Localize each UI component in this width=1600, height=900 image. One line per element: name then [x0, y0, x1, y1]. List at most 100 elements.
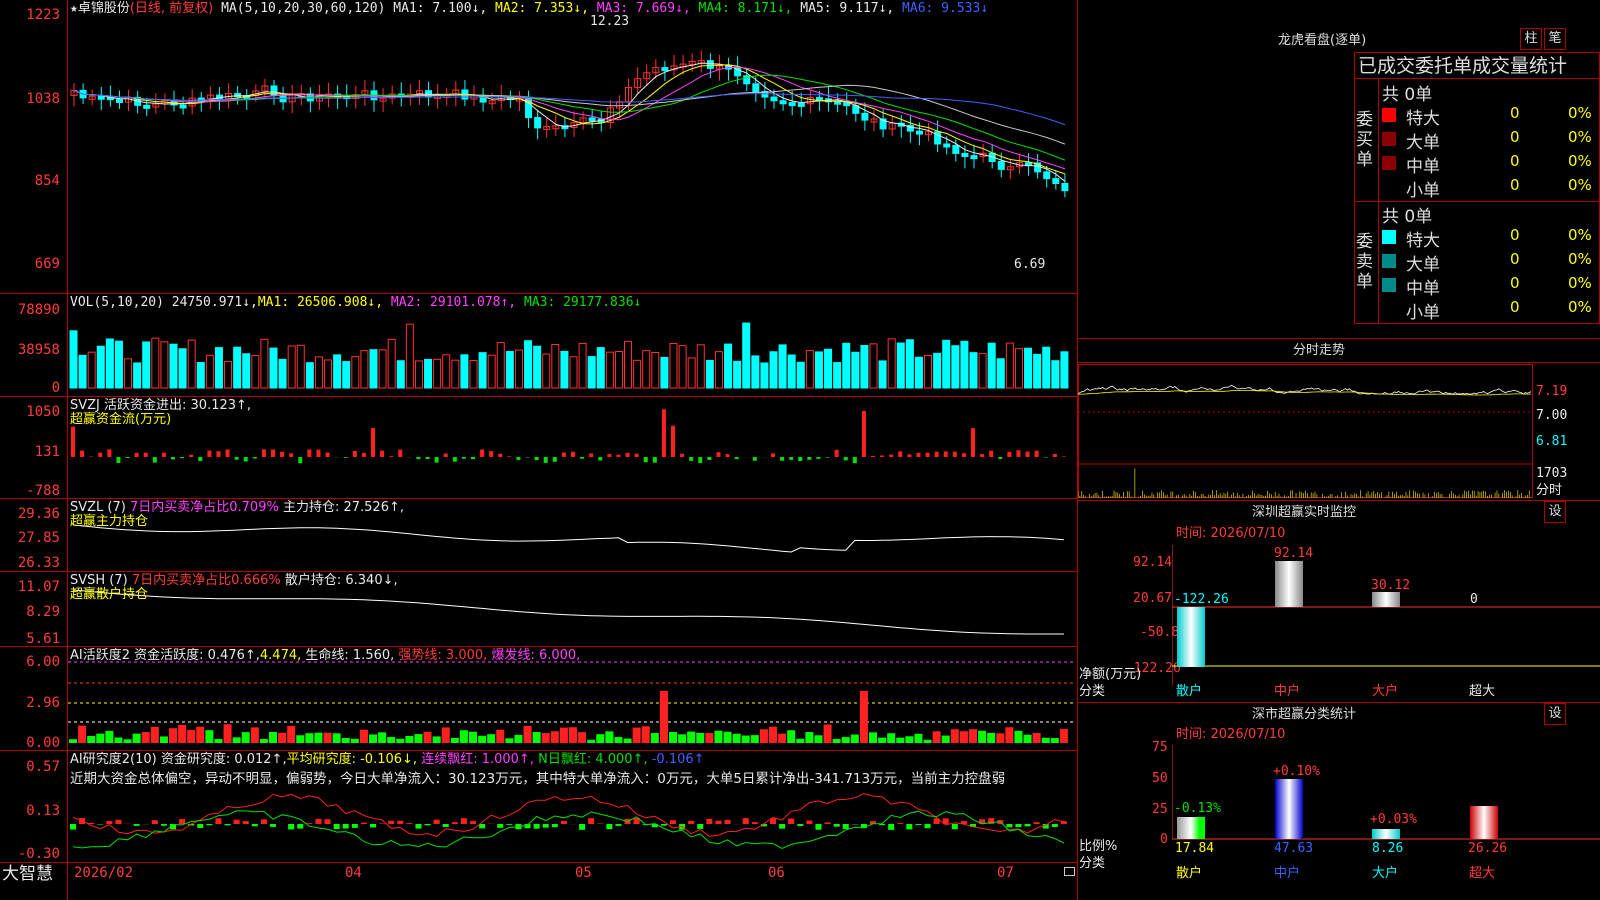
svsh-axis-2: 8.29 [26, 604, 60, 620]
volume-bar [478, 352, 487, 389]
ai-active-label3: 4.474, [259, 648, 302, 663]
activity-bar [169, 728, 177, 743]
svzl-label3: 主力持仓: 27.526↑, [282, 500, 404, 515]
activity-bar [750, 735, 759, 743]
sell-m-count: 0 [1510, 274, 1520, 292]
bar-mode-button[interactable]: 柱 [1520, 28, 1542, 50]
volume-bar [469, 359, 478, 389]
volume-bar [851, 351, 860, 389]
research-bar [306, 823, 313, 824]
fund-flow-bar [780, 457, 785, 461]
fund-flow-bar [625, 452, 630, 457]
ma-line [73, 64, 1066, 175]
volume-bar [733, 360, 742, 389]
fund-flow-bar [298, 457, 303, 464]
research-bar [688, 820, 695, 824]
fund-flow-bar [271, 449, 275, 457]
volume-bar [596, 347, 605, 389]
sz-class-title: 深市超赢分类统计 [1252, 707, 1357, 722]
candle-body [997, 161, 1005, 170]
sell-s-label: 小单 [1406, 303, 1440, 323]
retail-position-line [72, 589, 1064, 635]
activity-bar [441, 727, 450, 743]
volume-bar [242, 353, 251, 389]
sz-class-settings-button[interactable]: 设 [1544, 703, 1566, 725]
volume-bar [296, 344, 305, 389]
low-mark: 6.69 [1014, 257, 1046, 272]
candle-body [779, 100, 787, 105]
volume-bar [778, 344, 787, 389]
research-bar [406, 823, 413, 824]
research-bar [670, 820, 676, 824]
research-bar [460, 818, 467, 824]
activity-bar [541, 733, 550, 743]
lock-icon[interactable] [1064, 867, 1075, 876]
research-bar [251, 824, 258, 827]
volume-bar [560, 350, 569, 389]
activity-bar [341, 737, 350, 743]
volume-bar [614, 350, 623, 389]
research-bar [1051, 824, 1058, 827]
fund-flow-bar [752, 457, 757, 461]
chart-area[interactable]: 1223 1038 854 669 78890 38958 0 1050 131… [0, 0, 1078, 900]
activity-bar [532, 732, 541, 743]
research-bar [215, 818, 222, 824]
activity-bar [432, 736, 441, 743]
research-bar [288, 824, 295, 830]
activity-bar [896, 737, 905, 743]
candle-body [588, 117, 596, 122]
fund-flow-bar [452, 457, 457, 462]
activity-bar [859, 691, 868, 743]
research-bar [951, 824, 958, 830]
svsh-label2: 7日内买卖净占比0.666% [131, 573, 281, 588]
candle-body [970, 155, 978, 160]
volume-bar [396, 360, 405, 389]
candle-body [770, 96, 778, 102]
sz-monitor-settings-button[interactable]: 设 [1544, 501, 1566, 523]
volume-bar [196, 362, 205, 389]
activity-bar [823, 724, 832, 743]
fund-flow-bar [252, 457, 257, 459]
ai-research-label3: 平均研究度: -0.106↓, [286, 752, 418, 767]
volume-bar [914, 356, 923, 389]
volume-bar [233, 346, 242, 389]
research-bar [270, 824, 276, 827]
tick-mode-button[interactable]: 笔 [1544, 28, 1566, 50]
activity-bar [450, 737, 459, 743]
fund-flow-bar [289, 453, 294, 457]
activity-bar [705, 733, 714, 743]
volume-bar [1024, 347, 1033, 389]
activity-bar [741, 735, 750, 743]
fund-flow-bar [161, 452, 166, 457]
volume-bar [387, 338, 396, 389]
svsh-sub: 超赢散户持仓 [70, 587, 149, 602]
volume-bar [114, 340, 123, 389]
fund-flow-bar [716, 452, 721, 457]
activity-bar [778, 733, 787, 743]
volume-bar [278, 358, 287, 389]
volume-bar [251, 355, 260, 389]
fund-flow-bar [952, 451, 957, 457]
fund-flow-bar [80, 450, 85, 457]
activity-bar [459, 730, 468, 743]
buy-l-swatch [1382, 132, 1396, 146]
fund-flow-bar [852, 457, 857, 464]
sell-l-label: 大单 [1406, 255, 1440, 275]
volume-bar [842, 342, 851, 389]
fund-flow-bar [834, 449, 839, 457]
sell-l-swatch [1382, 254, 1396, 268]
volume-bar [305, 362, 314, 389]
volume-bar [942, 339, 951, 389]
fund-flow-bar [480, 449, 485, 457]
stock-name[interactable]: 卓锦股份 [78, 1, 130, 16]
fund-flow-bar [1052, 453, 1057, 457]
activity-bar [323, 732, 332, 743]
volume-bar [642, 350, 651, 389]
fund-flow-bar [816, 457, 821, 459]
activity-bar [923, 739, 932, 743]
activity-bar [996, 733, 1005, 743]
research-bar [315, 818, 322, 824]
volume-bar [224, 360, 233, 389]
intraday-axis-2: 7.00 [1536, 408, 1568, 423]
sell-total: 共 0单 [1382, 207, 1433, 227]
